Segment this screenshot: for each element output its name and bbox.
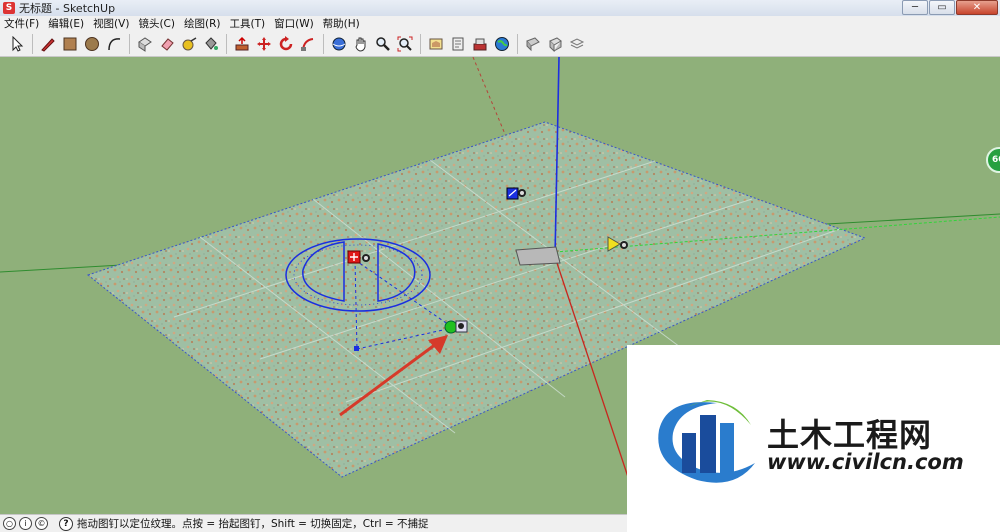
tape-measure-icon[interactable] xyxy=(178,33,199,54)
menu-bar: 文件(F) 编辑(E) 视图(V) 镜头(C) 绘图(R) 工具(T) 窗口(W… xyxy=(0,16,1000,31)
guide-vertex xyxy=(354,346,359,351)
arc-icon[interactable] xyxy=(103,33,124,54)
menu-tools[interactable]: 工具(T) xyxy=(229,16,265,31)
watermark-url: www.civilcn.com xyxy=(767,450,964,474)
minimize-button[interactable]: ─ xyxy=(902,0,928,15)
help-icon[interactable]: ? xyxy=(59,516,73,531)
window-title: 无标题 - SketchUp xyxy=(19,2,116,15)
rotate-icon[interactable] xyxy=(275,33,296,54)
follow-me-icon[interactable] xyxy=(297,33,318,54)
rectangle-icon[interactable] xyxy=(59,33,80,54)
orbit-icon[interactable] xyxy=(328,33,349,54)
section-marker xyxy=(515,246,561,266)
sketchup-logo-icon: S xyxy=(3,2,15,14)
toolbar-separator xyxy=(226,33,227,54)
circle-icon[interactable] xyxy=(81,33,102,54)
pencil-line-icon[interactable] xyxy=(37,33,58,54)
zoom-icon[interactable] xyxy=(372,33,393,54)
close-button[interactable]: ✕ xyxy=(956,0,998,15)
zoom-extents-icon[interactable] xyxy=(394,33,415,54)
layers-icon[interactable] xyxy=(566,33,587,54)
menu-view[interactable]: 视图(V) xyxy=(93,16,129,31)
watermark-panel: 土木工程网 www.civilcn.com xyxy=(627,345,1000,532)
civilcn-logo-icon xyxy=(658,400,755,483)
toolbar-separator xyxy=(129,33,130,54)
menu-camera[interactable]: 镜头(C) xyxy=(138,16,175,31)
menu-edit[interactable]: 编辑(E) xyxy=(48,16,84,31)
geo-location-icon[interactable]: ○ xyxy=(3,517,16,530)
credits-info-icon[interactable]: i xyxy=(19,517,32,530)
move-icon[interactable] xyxy=(253,33,274,54)
section-plane-icon[interactable] xyxy=(522,33,543,54)
google-earth-icon[interactable] xyxy=(491,33,512,54)
menu-window[interactable]: 窗口(W) xyxy=(274,16,314,31)
paint-bucket-icon[interactable] xyxy=(200,33,221,54)
toolbar-separator xyxy=(323,33,324,54)
toolbar-separator xyxy=(420,33,421,54)
component-store-icon[interactable] xyxy=(469,33,490,54)
menu-help[interactable]: 帮助(H) xyxy=(323,16,360,31)
copyright-icon[interactable]: © xyxy=(35,517,48,530)
status-bar: ○ i © ? 拖动图钉以定位纹理。点按 = 抬起图钉，Shift = 切换固定… xyxy=(0,514,627,532)
share-model-icon[interactable] xyxy=(447,33,468,54)
green-rotate-pin[interactable] xyxy=(444,320,468,334)
pan-hand-icon[interactable] xyxy=(350,33,371,54)
status-message: 拖动图钉以定位纹理。点按 = 抬起图钉，Shift = 切换固定，Ctrl = … xyxy=(77,518,429,530)
main-toolbar xyxy=(0,31,1000,57)
push-pull-icon[interactable] xyxy=(231,33,252,54)
menu-file[interactable]: 文件(F) xyxy=(4,16,39,31)
toolbar-separator xyxy=(32,33,33,54)
select-arrow-icon[interactable] xyxy=(6,33,27,54)
window-controls: ─ ▭ ✕ xyxy=(902,0,998,15)
title-bar: S 无标题 - SketchUp ─ ▭ ✕ xyxy=(0,0,1000,16)
menu-draw[interactable]: 绘图(R) xyxy=(184,16,221,31)
maximize-button[interactable]: ▭ xyxy=(929,0,955,15)
toolbar-separator xyxy=(517,33,518,54)
warehouse-icon[interactable] xyxy=(425,33,446,54)
styles-icon[interactable] xyxy=(544,33,565,54)
make-component-icon[interactable] xyxy=(134,33,155,54)
eraser-icon[interactable] xyxy=(156,33,177,54)
